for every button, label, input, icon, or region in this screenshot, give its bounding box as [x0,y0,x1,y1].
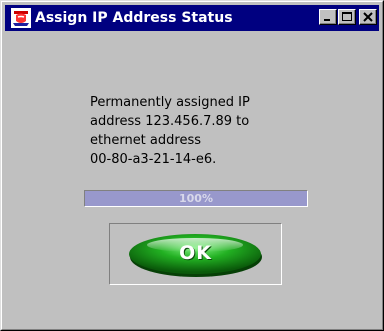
maximize-button[interactable] [338,9,356,25]
minimize-icon [324,19,330,21]
message-line: address 123.456.7.89 to [90,114,250,129]
message-line: ethernet address [90,133,201,148]
title-bar[interactable]: Assign IP Address Status [5,5,379,31]
message-line: Permanently assigned IP [90,95,250,110]
progress-label: 100% [179,192,213,205]
maximize-icon [342,12,352,21]
minimize-button[interactable] [319,9,337,25]
java-app-icon[interactable] [11,8,31,28]
close-icon [363,12,373,22]
ok-button-label: OK [179,242,212,264]
window-title: Assign IP Address Status [35,10,233,26]
progress-bar: 100% [84,190,308,207]
message-line: 00-80-a3-21-14-e6. [90,152,217,167]
dialog-window: Assign IP Address Status Permanently ass… [0,0,384,331]
ok-button[interactable]: OK [109,223,282,285]
close-button[interactable] [359,9,377,25]
status-message: Permanently assigned IP address 123.456.… [90,93,310,169]
